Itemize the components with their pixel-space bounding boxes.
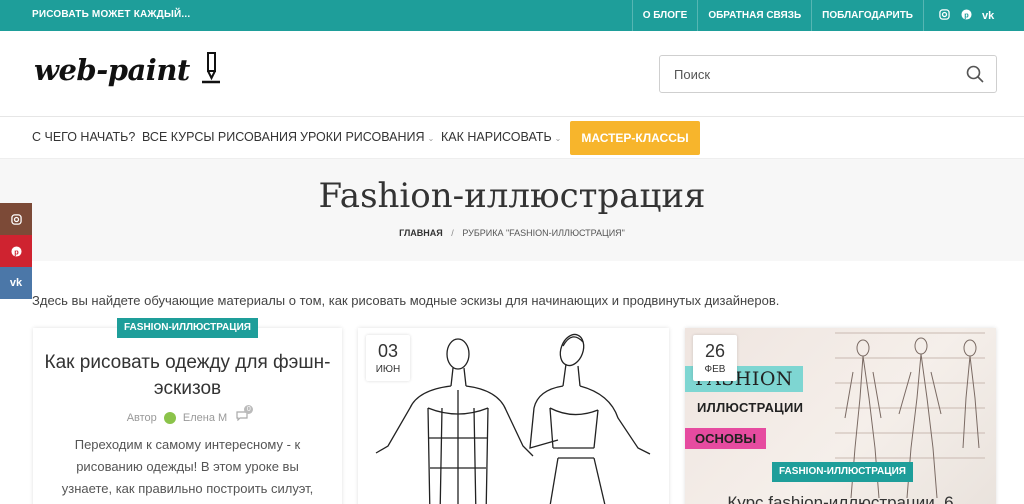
top-bar: РИСОВАТЬ МОЖЕТ КАЖДЫЙ... О БЛОГЕ ОБРАТНА… bbox=[0, 0, 1024, 31]
post-title[interactable]: Курс fashion-иллюстрации, 6 bbox=[685, 493, 996, 504]
instagram-icon[interactable] bbox=[938, 8, 950, 23]
breadcrumb-home[interactable]: ГЛАВНАЯ bbox=[399, 228, 443, 238]
search-box bbox=[659, 55, 997, 93]
search-icon[interactable] bbox=[966, 65, 984, 83]
top-links: О БЛОГЕ ОБРАТНАЯ СВЯЗЬ ПОБЛАГОДАРИТЬ p v… bbox=[631, 0, 1024, 31]
post-card: 03 ИЮН bbox=[358, 328, 669, 504]
chevron-down-icon: ⌄ bbox=[554, 134, 562, 143]
breadcrumb-current: РУБРИКА "FASHION-ИЛЛЮСТРАЦИЯ" bbox=[462, 228, 625, 238]
breadcrumb-separator: / bbox=[451, 228, 454, 238]
nav-item-how-to-draw[interactable]: КАК НАРИСОВАТЬ ⌄ bbox=[441, 130, 561, 144]
post-card: Как рисовать одежду для фэшн-эскизов Авт… bbox=[33, 328, 342, 504]
image-heading-basics: ОСНОВЫ bbox=[685, 428, 767, 449]
avatar bbox=[163, 412, 176, 425]
chevron-down-icon: ⌄ bbox=[427, 134, 435, 143]
post-excerpt: Переходим к самому интересному - к рисов… bbox=[61, 437, 314, 496]
svg-text:p: p bbox=[14, 247, 19, 256]
post-date-day: 26 bbox=[704, 341, 726, 361]
post-date: 03 ИЮН bbox=[366, 335, 410, 381]
image-heading-illustration: ИЛЛЮСТРАЦИИ bbox=[697, 400, 804, 415]
pinterest-icon[interactable]: p bbox=[960, 8, 972, 23]
instagram-share-icon[interactable] bbox=[0, 203, 32, 235]
author-label: Автор bbox=[126, 412, 157, 424]
author-name[interactable]: Елена М bbox=[183, 412, 227, 424]
page-title: Fashion-иллюстрация bbox=[318, 176, 706, 216]
category-badge[interactable]: FASHION-ИЛЛЮСТРАЦИЯ bbox=[117, 318, 258, 338]
pencil-icon bbox=[202, 52, 220, 84]
nav-item-label: С ЧЕГО НАЧАТЬ? bbox=[32, 130, 136, 144]
post-date-day: 03 bbox=[377, 341, 399, 361]
site-tagline: РИСОВАТЬ МОЖЕТ КАЖДЫЙ... bbox=[32, 9, 191, 20]
site-header: web-paint bbox=[0, 31, 1024, 117]
page-header: Fashion-иллюстрация ГЛАВНАЯ / РУБРИКА "F… bbox=[0, 159, 1024, 261]
nav-item-label: КАК НАРИСОВАТЬ bbox=[441, 130, 552, 144]
post-date: 26 ФЕВ bbox=[693, 335, 737, 381]
top-link-feedback[interactable]: ОБРАТНАЯ СВЯЗЬ bbox=[697, 0, 811, 31]
category-intro: Здесь вы найдете обучающие материалы о т… bbox=[32, 293, 780, 308]
site-logo[interactable]: web-paint bbox=[34, 53, 190, 87]
nav-item-courses[interactable]: ВСЕ КУРСЫ РИСОВАНИЯ bbox=[142, 130, 297, 144]
post-meta: Автор Елена М 0 bbox=[33, 405, 342, 425]
pinterest-share-icon[interactable]: p bbox=[0, 235, 32, 267]
vk-icon[interactable]: vk bbox=[982, 10, 994, 22]
nav-item-label: ВСЕ КУРСЫ РИСОВАНИЯ bbox=[142, 130, 297, 144]
master-classes-button[interactable]: МАСТЕР-КЛАССЫ bbox=[570, 121, 700, 155]
category-badge[interactable]: FASHION-ИЛЛЮСТРАЦИЯ bbox=[772, 462, 913, 482]
nav-item-lessons[interactable]: УРОКИ РИСОВАНИЯ ⌄ bbox=[300, 130, 434, 144]
top-link-about[interactable]: О БЛОГЕ bbox=[631, 0, 698, 31]
nav-item-label: УРОКИ РИСОВАНИЯ bbox=[300, 130, 425, 144]
side-share-bar: p vk bbox=[0, 203, 32, 299]
post-title[interactable]: Как рисовать одежду для фэшн-эскизов bbox=[33, 350, 342, 402]
breadcrumb: ГЛАВНАЯ / РУБРИКА "FASHION-ИЛЛЮСТРАЦИЯ" bbox=[0, 228, 1024, 238]
nav-item-start[interactable]: С ЧЕГО НАЧАТЬ? bbox=[32, 130, 135, 144]
post-date-month: ФЕВ bbox=[704, 364, 726, 375]
comment-count: 0 bbox=[244, 405, 254, 414]
post-date-month: ИЮН bbox=[375, 364, 401, 375]
comment-icon[interactable]: 0 bbox=[236, 405, 254, 424]
main-nav: С ЧЕГО НАЧАТЬ? ВСЕ КУРСЫ РИСОВАНИЯ УРОКИ… bbox=[0, 117, 1024, 159]
top-link-thanks[interactable]: ПОБЛАГОДАРИТЬ bbox=[811, 0, 923, 31]
svg-text:p: p bbox=[964, 10, 969, 19]
vk-share-icon[interactable]: vk bbox=[0, 267, 32, 299]
search-input[interactable] bbox=[660, 56, 940, 92]
social-links: p vk bbox=[923, 0, 1024, 31]
